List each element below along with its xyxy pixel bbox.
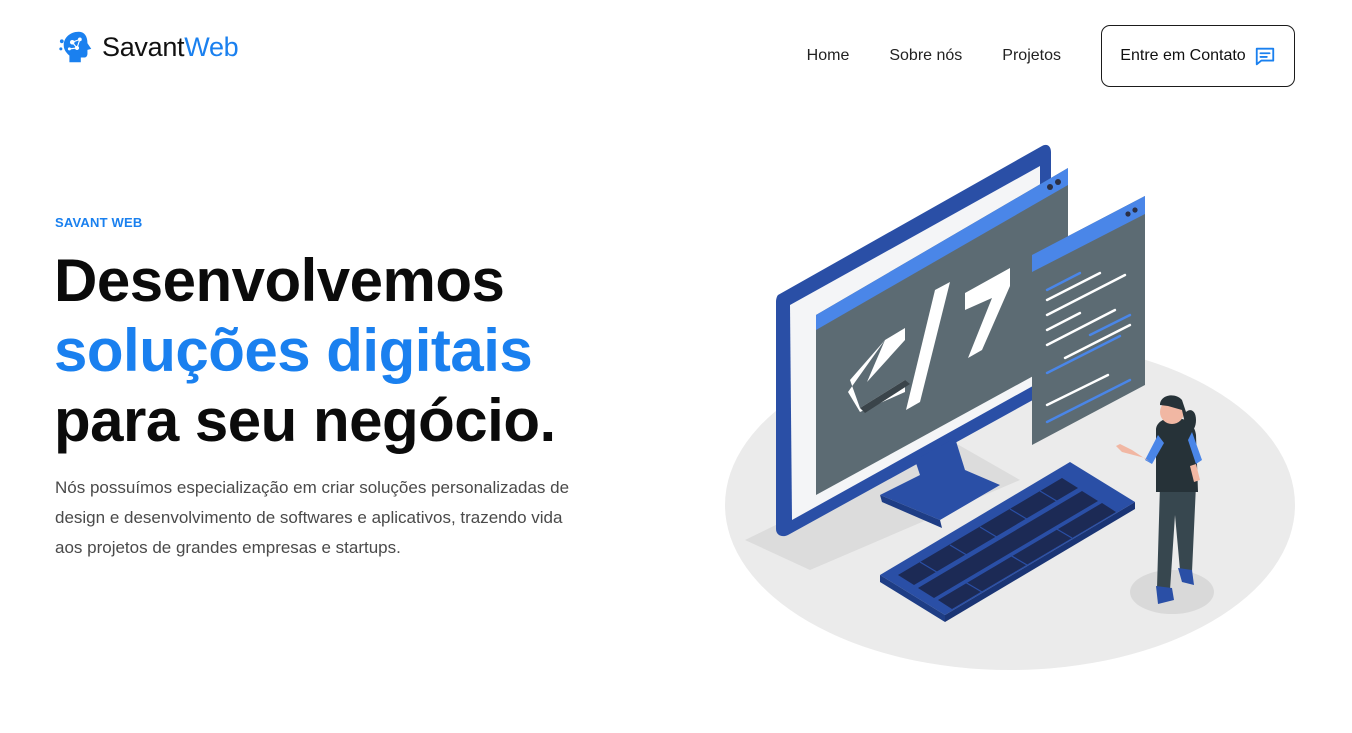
hero-title-line3: para seu negócio.: [54, 387, 556, 454]
nav-link-home[interactable]: Home: [807, 24, 850, 88]
chat-bubble-icon: [1255, 47, 1274, 66]
brand-name: SavantWeb: [102, 31, 239, 62]
hero-title-line2: soluções digitais: [54, 317, 533, 384]
hero-title: Desenvolvemos soluções digitais para seu…: [54, 246, 674, 456]
nav-link-about[interactable]: Sobre nós: [889, 24, 962, 88]
contact-button[interactable]: Entre em Contato: [1101, 25, 1295, 87]
hero-title-line1: Desenvolvemos: [54, 247, 505, 314]
brain-network-icon: [59, 31, 92, 63]
main-nav: Home Sobre nós Projetos Entre em Contato: [807, 24, 1295, 88]
hero-eyebrow: SAVANT WEB: [55, 215, 143, 230]
nav-link-projects[interactable]: Projetos: [1002, 24, 1061, 88]
hero-description: Nós possuímos especialização em criar so…: [55, 478, 570, 557]
contact-button-label: Entre em Contato: [1120, 47, 1246, 64]
brand-logo[interactable]: SavantWeb: [58, 28, 239, 66]
developer-illustration: [725, 144, 1295, 670]
